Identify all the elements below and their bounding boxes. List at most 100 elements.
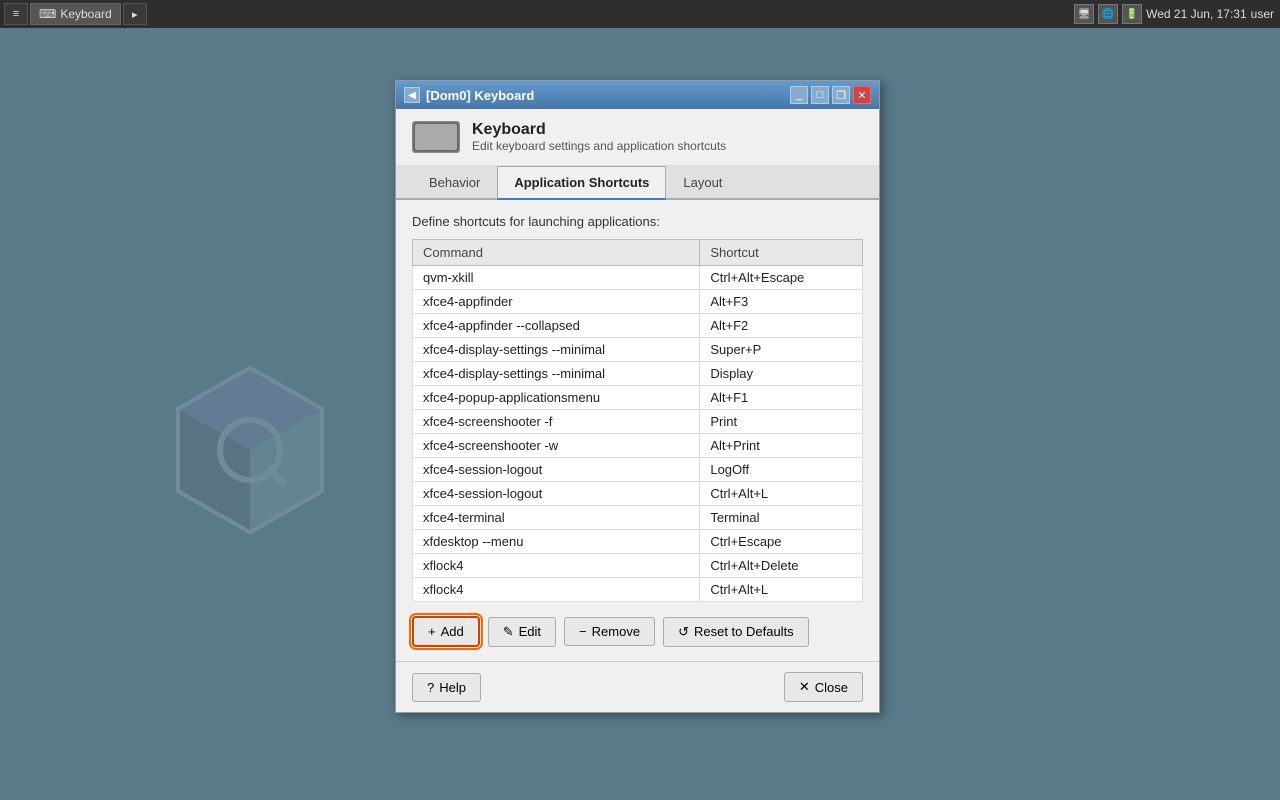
shortcut-cell: Alt+F1 xyxy=(700,386,863,410)
tab-behavior-label: Behavior xyxy=(429,175,480,190)
tab-shortcuts-label: Application Shortcuts xyxy=(514,175,649,190)
sys-icon-battery: 🔋 xyxy=(1122,4,1142,24)
table-row[interactable]: xfce4-session-logoutLogOff xyxy=(413,458,863,482)
restore-icon: ❐ xyxy=(836,89,846,102)
taskbar-right: 🖥 🌐 🔋 Wed 21 Jun, 17:31 user xyxy=(1068,4,1280,24)
help-label: Help xyxy=(439,680,466,695)
add-icon: + xyxy=(428,624,436,639)
table-row[interactable]: xfce4-popup-applicationsmenuAlt+F1 xyxy=(413,386,863,410)
table-header-row: Command Shortcut xyxy=(413,240,863,266)
remove-icon: − xyxy=(579,624,587,639)
command-cell: xfce4-session-logout xyxy=(413,482,700,506)
user-label: user xyxy=(1251,7,1274,21)
tab-application-shortcuts[interactable]: Application Shortcuts xyxy=(497,166,666,200)
command-cell: xfdesktop --menu xyxy=(413,530,700,554)
remove-label: Remove xyxy=(592,624,640,639)
tab-behavior[interactable]: Behavior xyxy=(412,166,497,200)
table-row[interactable]: xfce4-terminalTerminal xyxy=(413,506,863,530)
edit-label: Edit xyxy=(519,624,541,639)
shortcut-cell: Super+P xyxy=(700,338,863,362)
command-cell: xfce4-screenshooter -w xyxy=(413,434,700,458)
window-header-text: Keyboard Edit keyboard settings and appl… xyxy=(472,121,726,153)
shortcut-cell: Print xyxy=(700,410,863,434)
window-header: Keyboard Edit keyboard settings and appl… xyxy=(396,109,879,166)
column-command-header: Command xyxy=(413,240,700,266)
tab-layout-label: Layout xyxy=(683,175,722,190)
edit-button[interactable]: ✎ Edit xyxy=(488,617,556,647)
edit-icon: ✎ xyxy=(503,624,514,640)
close-button[interactable]: ✕ Close xyxy=(784,672,863,702)
help-button[interactable]: ? Help xyxy=(412,673,481,702)
taskbar-menu-icon[interactable]: ≡ xyxy=(4,3,28,25)
command-cell: xfce4-popup-applicationsmenu xyxy=(413,386,700,410)
table-row[interactable]: xflock4Ctrl+Alt+Delete xyxy=(413,554,863,578)
command-cell: xfce4-terminal xyxy=(413,506,700,530)
maximize-icon: □ xyxy=(817,89,824,101)
shortcut-cell: Alt+F3 xyxy=(700,290,863,314)
reset-icon: ↺ xyxy=(678,624,689,640)
reset-button[interactable]: ↺ Reset to Defaults xyxy=(663,617,809,647)
add-button[interactable]: + Add xyxy=(412,616,480,647)
keyboard-svg xyxy=(412,121,460,153)
window-title: [Dom0] Keyboard xyxy=(426,88,534,103)
restore-button[interactable]: ❐ xyxy=(832,86,850,104)
titlebar-left: ◀ [Dom0] Keyboard xyxy=(404,87,534,103)
app-title: Keyboard xyxy=(472,121,726,139)
keyboard-taskbar-icon: ⌨ xyxy=(39,7,56,21)
command-cell: xfce4-appfinder xyxy=(413,290,700,314)
table-row[interactable]: xfce4-display-settings --minimalDisplay xyxy=(413,362,863,386)
shortcut-cell: Ctrl+Alt+L xyxy=(700,578,863,602)
window-menu-button[interactable]: ◀ xyxy=(404,87,420,103)
command-cell: xflock4 xyxy=(413,554,700,578)
window-content: Define shortcuts for launching applicati… xyxy=(396,200,879,661)
keyboard-app-icon xyxy=(412,121,460,153)
tabs-bar: Behavior Application Shortcuts Layout xyxy=(396,166,879,200)
shortcut-cell: Alt+Print xyxy=(700,434,863,458)
action-buttons: + Add ✎ Edit − Remove ↺ Reset to Default… xyxy=(412,616,863,647)
desktop-logo xyxy=(120,350,380,610)
minimize-button[interactable]: _ xyxy=(790,86,808,104)
table-row[interactable]: qvm-xkillCtrl+Alt+Escape xyxy=(413,266,863,290)
window-titlebar: ◀ [Dom0] Keyboard _ □ ❐ ✕ xyxy=(396,81,879,109)
content-description: Define shortcuts for launching applicati… xyxy=(412,214,863,229)
shortcut-cell: Ctrl+Alt+L xyxy=(700,482,863,506)
taskbar-cmd-icon[interactable]: ▸ xyxy=(123,3,147,25)
table-row[interactable]: xflock4Ctrl+Alt+L xyxy=(413,578,863,602)
close-window-button[interactable]: ✕ xyxy=(853,86,871,104)
add-label: Add xyxy=(441,624,464,639)
tab-layout[interactable]: Layout xyxy=(666,166,739,200)
minimize-icon: _ xyxy=(796,89,802,101)
app-subtitle: Edit keyboard settings and application s… xyxy=(472,139,726,153)
window-menu-icon: ◀ xyxy=(408,90,416,101)
command-cell: xflock4 xyxy=(413,578,700,602)
maximize-button[interactable]: □ xyxy=(811,86,829,104)
table-row[interactable]: xfce4-appfinder --collapsedAlt+F2 xyxy=(413,314,863,338)
shortcut-cell: Ctrl+Escape xyxy=(700,530,863,554)
table-row[interactable]: xfce4-screenshooter -fPrint xyxy=(413,410,863,434)
keyboard-taskbar-label: Keyboard xyxy=(60,7,111,21)
table-row[interactable]: xfce4-appfinderAlt+F3 xyxy=(413,290,863,314)
table-row[interactable]: xfce4-display-settings --minimalSuper+P xyxy=(413,338,863,362)
datetime-display: Wed 21 Jun, 17:31 xyxy=(1146,7,1247,21)
shortcut-cell: Ctrl+Alt+Escape xyxy=(700,266,863,290)
command-cell: xfce4-screenshooter -f xyxy=(413,410,700,434)
remove-button[interactable]: − Remove xyxy=(564,617,655,646)
taskbar-keyboard-app[interactable]: ⌨ Keyboard xyxy=(30,3,121,25)
command-cell: xfce4-appfinder --collapsed xyxy=(413,314,700,338)
command-cell: xfce4-display-settings --minimal xyxy=(413,338,700,362)
window-footer: ? Help ✕ Close xyxy=(396,661,879,712)
shortcut-cell: Display xyxy=(700,362,863,386)
shortcut-cell: LogOff xyxy=(700,458,863,482)
shortcut-cell: Terminal xyxy=(700,506,863,530)
sys-icon-screen: 🖥 xyxy=(1074,4,1094,24)
keyboard-window: ◀ [Dom0] Keyboard _ □ ❐ ✕ xyxy=(395,80,880,713)
taskbar: ≡ ⌨ Keyboard ▸ 🖥 🌐 🔋 Wed 21 Jun, 17:31 u… xyxy=(0,0,1280,28)
help-icon: ? xyxy=(427,680,434,695)
command-cell: qvm-xkill xyxy=(413,266,700,290)
reset-label: Reset to Defaults xyxy=(694,624,794,639)
table-row[interactable]: xfdesktop --menuCtrl+Escape xyxy=(413,530,863,554)
close-window-icon: ✕ xyxy=(857,89,866,102)
table-row[interactable]: xfce4-screenshooter -wAlt+Print xyxy=(413,434,863,458)
close-label: Close xyxy=(815,680,848,695)
table-row[interactable]: xfce4-session-logoutCtrl+Alt+L xyxy=(413,482,863,506)
